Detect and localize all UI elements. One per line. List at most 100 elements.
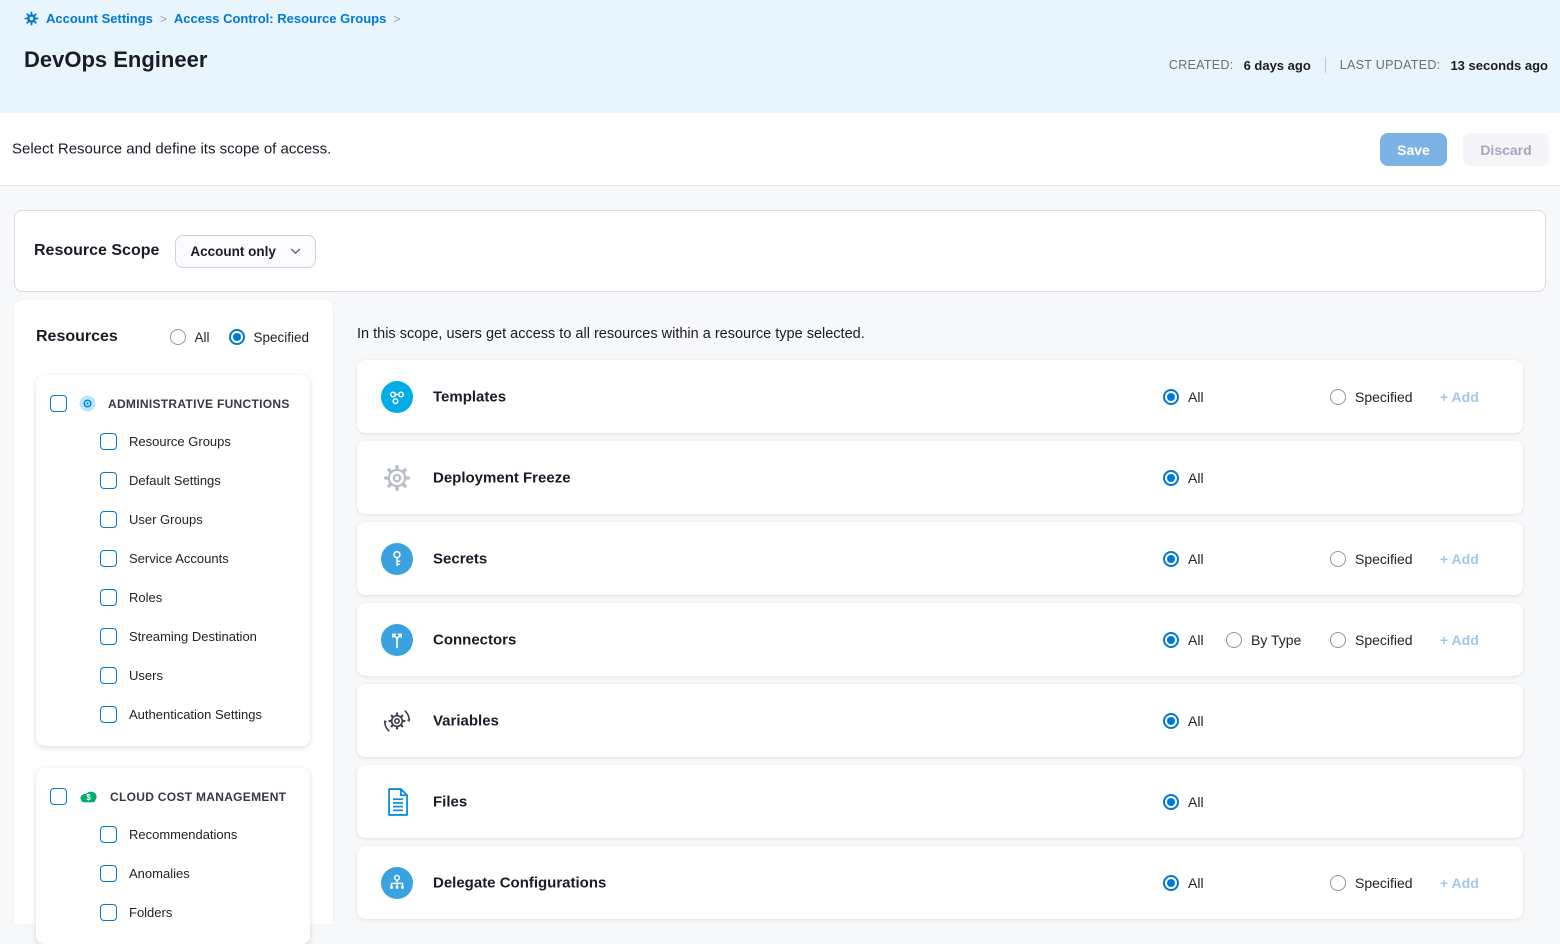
- resource-name: Delegate Configurations: [433, 874, 606, 891]
- radio-specified[interactable]: Specified: [1330, 389, 1413, 405]
- checkbox[interactable]: [100, 706, 117, 723]
- item-label: Resource Groups: [129, 434, 231, 449]
- meta-divider: [1325, 57, 1326, 73]
- breadcrumb: Account Settings > Access Control: Resou…: [24, 11, 400, 26]
- last-updated-value: 13 seconds ago: [1450, 58, 1548, 73]
- item-label: User Groups: [129, 512, 203, 527]
- radio-icon[interactable]: [229, 329, 245, 345]
- checkbox[interactable]: [100, 904, 117, 921]
- checkbox[interactable]: [100, 511, 117, 528]
- radio-icon[interactable]: [1330, 875, 1346, 891]
- group-administrative-functions: ADMINISTRATIVE FUNCTIONS Resource Groups…: [36, 375, 310, 746]
- radio-label: Specified: [253, 330, 309, 345]
- sidebar-item-default-settings[interactable]: Default Settings: [36, 461, 310, 500]
- radio-label: All: [1188, 875, 1204, 891]
- radio-all[interactable]: All: [1163, 794, 1204, 810]
- sidebar-item-authentication-settings[interactable]: Authentication Settings: [36, 695, 310, 734]
- resource-scope-label: Resource Scope: [34, 242, 159, 260]
- meta-info: CREATED: 6 days ago LAST UPDATED: 13 sec…: [1169, 57, 1548, 73]
- radio-specified[interactable]: Specified: [1330, 632, 1413, 648]
- templates-icon: [381, 381, 413, 413]
- radio-icon[interactable]: [1226, 632, 1242, 648]
- checkbox[interactable]: [100, 550, 117, 567]
- item-label: Folders: [129, 905, 172, 920]
- checkbox[interactable]: [100, 589, 117, 606]
- created-value: 6 days ago: [1244, 58, 1311, 73]
- sidebar-item-users[interactable]: Users: [36, 656, 310, 695]
- group-cloud-cost-management: $ CLOUD COST MANAGEMENT Recommendations …: [36, 768, 310, 944]
- radio-all[interactable]: All: [1163, 713, 1204, 729]
- radio-all[interactable]: All: [1163, 389, 1204, 405]
- discard-button[interactable]: Discard: [1463, 133, 1549, 166]
- radio-label: All: [1188, 632, 1204, 648]
- item-label: Recommendations: [129, 827, 237, 842]
- radio-specified[interactable]: Specified: [1330, 551, 1413, 567]
- radio-all[interactable]: All: [1163, 470, 1204, 486]
- resource-row-secrets: Secrets All Specified + Add: [357, 522, 1523, 595]
- radio-all[interactable]: All: [1163, 551, 1204, 567]
- resource-row-delegate-configurations: Delegate Configurations All Specified + …: [357, 846, 1523, 919]
- radio-specified[interactable]: Specified: [1330, 875, 1413, 891]
- resources-header: Resources All Specified: [14, 300, 333, 346]
- resource-name: Secrets: [433, 550, 487, 567]
- radio-icon[interactable]: [1163, 551, 1179, 567]
- resource-row-files: Files All: [357, 765, 1523, 838]
- checkbox[interactable]: [100, 667, 117, 684]
- sidebar-item-folders[interactable]: Folders: [36, 893, 310, 932]
- resource-name: Templates: [433, 388, 506, 405]
- item-label: Default Settings: [129, 473, 221, 488]
- resource-scope-card: Resource Scope Account only: [14, 210, 1546, 292]
- breadcrumb-link-resource-groups[interactable]: Access Control: Resource Groups: [174, 11, 386, 26]
- resource-scope-dropdown[interactable]: Account only: [175, 235, 316, 268]
- variables-icon: [381, 705, 413, 737]
- resources-radio-specified[interactable]: Specified: [229, 329, 309, 345]
- add-button[interactable]: + Add: [1440, 389, 1479, 405]
- radio-icon[interactable]: [1330, 551, 1346, 567]
- radio-label: Specified: [1355, 875, 1413, 891]
- radio-icon[interactable]: [1163, 794, 1179, 810]
- sidebar-item-recommendations[interactable]: Recommendations: [36, 815, 310, 854]
- group-title: CLOUD COST MANAGEMENT: [110, 790, 286, 804]
- checkbox[interactable]: [100, 628, 117, 645]
- radio-icon[interactable]: [170, 329, 186, 345]
- group-checkbox[interactable]: [50, 395, 67, 412]
- group-title: ADMINISTRATIVE FUNCTIONS: [108, 397, 290, 411]
- resource-row-connectors: Connectors All By Type Specified + Add: [357, 603, 1523, 676]
- radio-all[interactable]: All: [1163, 875, 1204, 891]
- add-button[interactable]: + Add: [1440, 875, 1479, 891]
- delegate-configurations-icon: [381, 867, 413, 899]
- add-button[interactable]: + Add: [1440, 551, 1479, 567]
- checkbox[interactable]: [100, 865, 117, 882]
- add-button[interactable]: + Add: [1440, 632, 1479, 648]
- resources-radio-all[interactable]: All: [170, 329, 209, 345]
- radio-icon[interactable]: [1330, 389, 1346, 405]
- radio-icon[interactable]: [1163, 632, 1179, 648]
- radio-all[interactable]: All: [1163, 632, 1204, 648]
- radio-icon[interactable]: [1163, 713, 1179, 729]
- resource-name: Variables: [433, 712, 499, 729]
- radio-by-type[interactable]: By Type: [1226, 632, 1301, 648]
- radio-label: All: [194, 330, 209, 345]
- radio-icon[interactable]: [1330, 632, 1346, 648]
- sidebar-item-streaming-destination[interactable]: Streaming Destination: [36, 617, 310, 656]
- checkbox[interactable]: [100, 433, 117, 450]
- sidebar-item-user-groups[interactable]: User Groups: [36, 500, 310, 539]
- save-button[interactable]: Save: [1380, 133, 1447, 166]
- radio-icon[interactable]: [1163, 389, 1179, 405]
- item-label: Roles: [129, 590, 162, 605]
- sidebar-item-resource-groups[interactable]: Resource Groups: [36, 422, 310, 461]
- item-label: Authentication Settings: [129, 707, 262, 722]
- resource-row-variables: Variables All: [357, 684, 1523, 757]
- checkbox[interactable]: [100, 472, 117, 489]
- resource-name: Deployment Freeze: [433, 469, 571, 486]
- sidebar-item-roles[interactable]: Roles: [36, 578, 310, 617]
- radio-icon[interactable]: [1163, 875, 1179, 891]
- breadcrumb-link-account-settings[interactable]: Account Settings: [46, 11, 153, 26]
- svg-text:$: $: [86, 793, 91, 802]
- sidebar-item-service-accounts[interactable]: Service Accounts: [36, 539, 310, 578]
- checkbox[interactable]: [100, 826, 117, 843]
- radio-label: Specified: [1355, 389, 1413, 405]
- radio-icon[interactable]: [1163, 470, 1179, 486]
- sidebar-item-anomalies[interactable]: Anomalies: [36, 854, 310, 893]
- group-checkbox[interactable]: [50, 788, 67, 805]
